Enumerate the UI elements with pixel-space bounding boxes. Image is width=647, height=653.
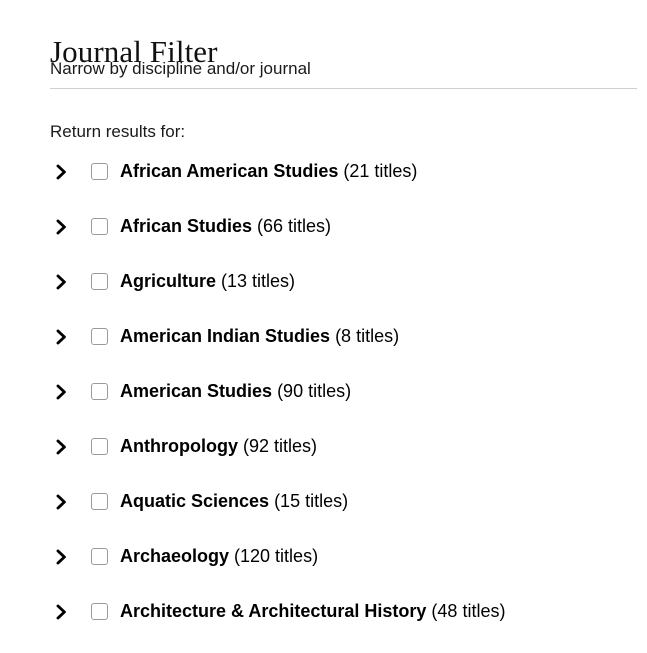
discipline-label[interactable]: African Studies (66 titles) [120,213,331,240]
chevron-right-icon[interactable] [56,436,74,458]
discipline-count: (120 titles) [229,546,319,566]
discipline-count: (90 titles) [272,381,352,401]
chevron-right-icon[interactable] [56,546,74,568]
chevron-right-icon[interactable] [56,381,74,403]
discipline-count: (15 titles) [269,491,349,511]
discipline-label[interactable]: American Studies (90 titles) [120,378,351,405]
discipline-count: (48 titles) [426,601,506,621]
chevron-right-icon[interactable] [56,161,74,183]
list-item[interactable]: Agriculture (13 titles) [0,268,647,323]
discipline-name: Aquatic Sciences [120,491,270,511]
journal-filter-page: Journal Filter Narrow by discipline and/… [0,0,647,651]
list-item[interactable]: Architecture & Architectural History (48… [0,598,647,653]
discipline-checkbox[interactable] [91,438,108,455]
discipline-count: (92 titles) [237,436,318,456]
list-item[interactable]: Anthropology (92 titles) [0,433,647,488]
chevron-right-icon[interactable] [56,216,74,238]
discipline-name: African American Studies [120,161,339,181]
discipline-name: Agriculture [120,271,217,291]
discipline-checkbox[interactable] [91,273,108,290]
page-subtitle: Narrow by discipline and/or journal [50,59,311,78]
discipline-name: American Studies [120,381,273,401]
discipline-count: (66 titles) [252,216,332,236]
header-divider [50,88,637,89]
discipline-checkbox[interactable] [91,328,108,345]
chevron-right-icon[interactable] [56,601,74,623]
chevron-right-icon[interactable] [56,271,74,293]
list-item[interactable]: American Indian Studies (8 titles) [0,323,647,378]
discipline-checkbox[interactable] [91,493,108,510]
discipline-count: (8 titles) [330,326,400,346]
return-results-label: Return results for: [50,122,186,141]
discipline-checkbox[interactable] [91,548,108,565]
chevron-right-icon[interactable] [56,491,74,513]
list-item[interactable]: African Studies (66 titles) [0,213,647,268]
discipline-label[interactable]: Aquatic Sciences (15 titles) [120,488,348,515]
discipline-name: Architecture & Architectural History [120,601,427,621]
discipline-label[interactable]: Architecture & Architectural History (48… [120,598,505,625]
discipline-facet-list: African American Studies (21 titles) Afr… [0,158,647,653]
discipline-label[interactable]: African American Studies (21 titles) [120,158,417,185]
discipline-label[interactable]: Anthropology (92 titles) [120,433,317,460]
chevron-right-icon[interactable] [56,326,74,348]
discipline-label[interactable]: Agriculture (13 titles) [120,268,295,295]
list-item[interactable]: African American Studies (21 titles) [0,158,647,213]
discipline-name: African Studies [120,216,253,236]
discipline-checkbox[interactable] [91,218,108,235]
discipline-checkbox[interactable] [91,383,108,400]
discipline-count: (13 titles) [216,271,296,291]
list-item[interactable]: Aquatic Sciences (15 titles) [0,488,647,543]
discipline-label[interactable]: American Indian Studies (8 titles) [120,323,399,350]
discipline-name: Archaeology [120,546,230,566]
discipline-label[interactable]: Archaeology (120 titles) [120,543,318,570]
list-item[interactable]: American Studies (90 titles) [0,378,647,433]
list-item[interactable]: Archaeology (120 titles) [0,543,647,598]
discipline-name: American Indian Studies [120,326,331,346]
discipline-checkbox[interactable] [91,163,108,180]
discipline-count: (21 titles) [338,161,418,181]
discipline-checkbox[interactable] [91,603,108,620]
discipline-name: Anthropology [120,436,238,456]
